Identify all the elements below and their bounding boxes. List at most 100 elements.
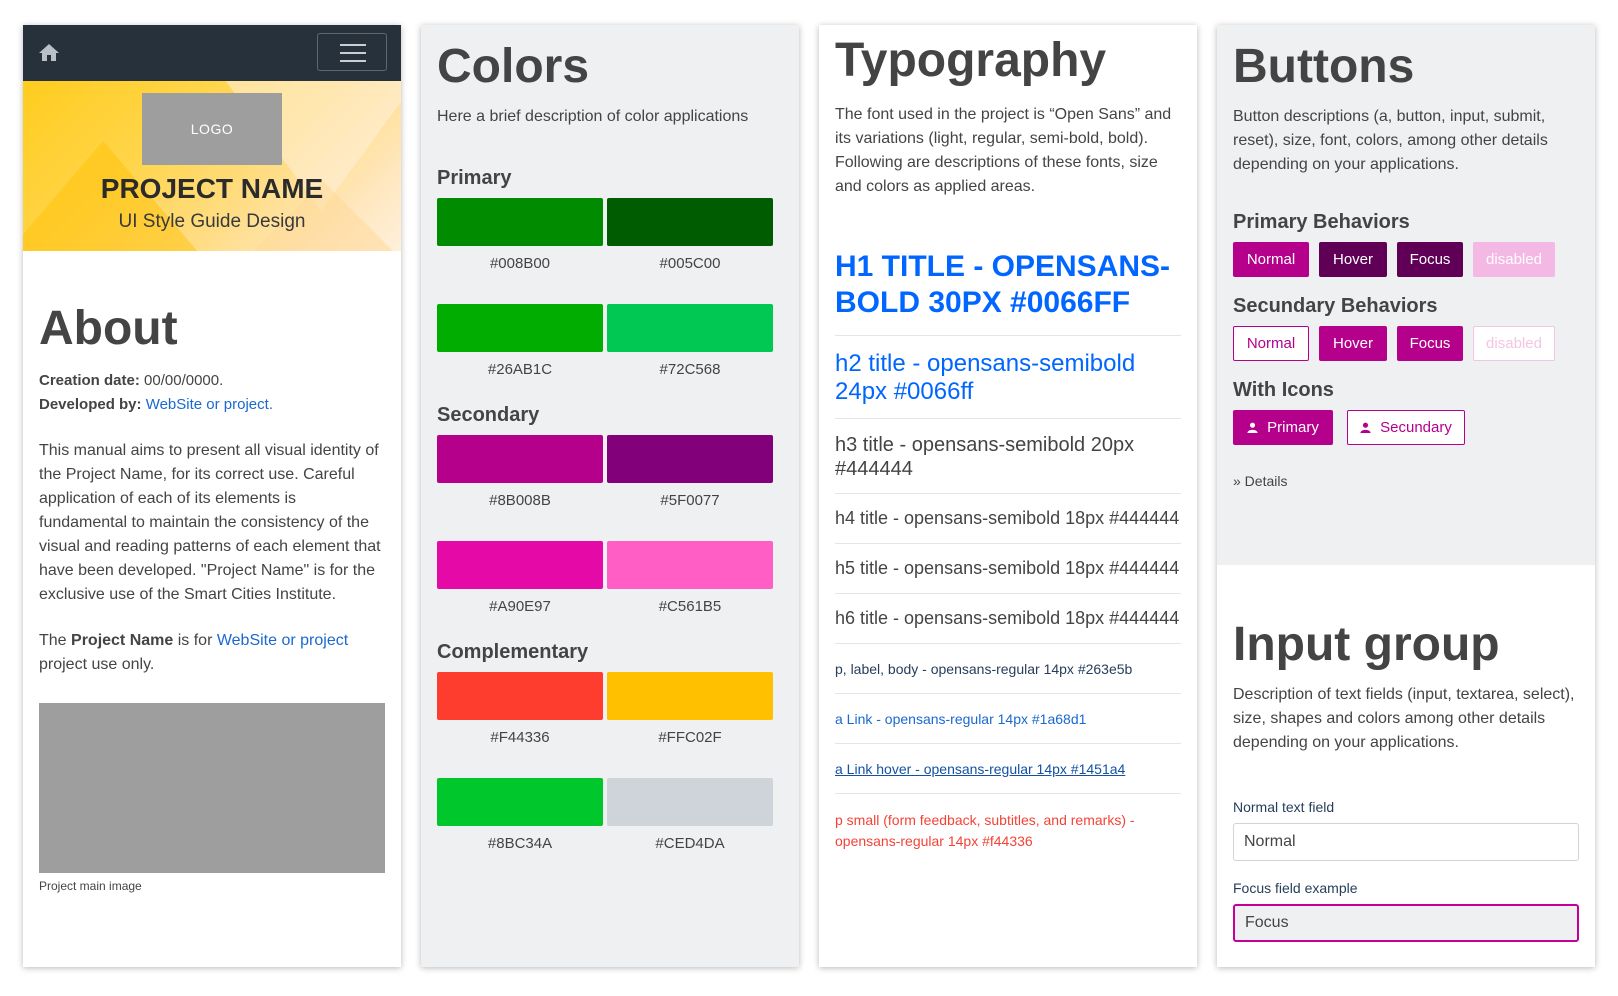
- normal-text-field[interactable]: Normal: [1233, 823, 1579, 861]
- buttons-panel: Buttons Button descriptions (a, button, …: [1217, 25, 1595, 967]
- swatch-row: #A90E97 #C561B5: [437, 541, 783, 615]
- secondary-disabled-button: disabled: [1473, 326, 1555, 361]
- focus-field-label: Focus field example: [1233, 880, 1358, 896]
- creation-value: 00/00/0000.: [139, 372, 224, 389]
- color-hex-label: #005C00: [659, 255, 721, 272]
- project-main-image: [39, 703, 385, 873]
- buttons-description: Button descriptions (a, button, input, s…: [1233, 108, 1548, 173]
- primary-behaviors-title: Primary Behaviors: [1233, 211, 1410, 233]
- color-hex-label: #72C568: [659, 361, 721, 378]
- developed-by: Developed by: WebSite or project.: [39, 393, 385, 417]
- h3-sample: h3 title - opensans-semibold 20px #44444…: [835, 419, 1181, 494]
- h2-sample: h2 title - opensans-semibold 24px #0066f…: [835, 336, 1181, 419]
- color-hex-label: #008B00: [489, 255, 551, 272]
- secondary-icon-button[interactable]: Secundary: [1347, 410, 1465, 445]
- secondary-hover-button[interactable]: Hover: [1319, 326, 1387, 361]
- color-swatch: #72C568: [607, 304, 773, 378]
- color-hex-label: #F44336: [490, 729, 550, 746]
- color-hex-label: #C561B5: [658, 598, 722, 615]
- color-chip: [607, 672, 773, 720]
- color-chip: [437, 778, 603, 826]
- home-icon[interactable]: [37, 41, 61, 65]
- secondary-focus-button[interactable]: Focus: [1397, 326, 1463, 361]
- link-sample[interactable]: a Link - opensans-regular 14px #1a68d1: [835, 694, 1181, 744]
- color-section-title: Primary: [437, 167, 512, 189]
- color-swatch: #26AB1C: [437, 304, 603, 378]
- secondary-icon-button-label: Secundary: [1380, 419, 1452, 436]
- secondary-normal-button[interactable]: Normal: [1233, 326, 1309, 361]
- user-icon: [1247, 422, 1258, 433]
- usage-prefix: The: [39, 632, 72, 649]
- swatch-row: #8BC34A #CED4DA: [437, 778, 783, 852]
- color-chip: [607, 198, 773, 246]
- color-swatch: #008B00: [437, 198, 603, 272]
- color-hex-label: #8B008B: [489, 492, 551, 509]
- paragraph-sample: p, label, body - opensans-regular 14px #…: [835, 644, 1181, 694]
- with-icons-title: With Icons: [1233, 379, 1334, 401]
- logo-placeholder: LOGO: [142, 93, 282, 165]
- link-hover-sample[interactable]: a Link hover - opensans-regular 14px #14…: [835, 744, 1181, 794]
- about-paragraph: This manual aims to present all visual i…: [39, 442, 381, 603]
- h6-sample: h6 title - opensans-semibold 18px #44444…: [835, 594, 1181, 644]
- color-hex-label: #FFC02F: [658, 729, 722, 746]
- navbar: [23, 25, 401, 81]
- small-text-sample: p small (form feedback, subtitles, and r…: [835, 812, 1135, 849]
- input-group-description: Description of text fields (input, texta…: [1233, 686, 1575, 751]
- focus-text-field[interactable]: Focus: [1233, 904, 1579, 942]
- about-panel: LOGO PROJECT NAME UI Style Guide Design …: [23, 25, 401, 967]
- color-sections: Primary #008B00 #005C00 #26AB1C #72C568 Secon…: [437, 167, 783, 852]
- primary-icon-button-label: Primary: [1267, 419, 1319, 436]
- input-group-title: Input group: [1233, 618, 1500, 671]
- colors-description: Here a brief description of color applic…: [437, 108, 749, 125]
- swatch-row: #F44336 #FFC02F: [437, 672, 783, 746]
- color-chip: [437, 672, 603, 720]
- typography-title: Typography: [835, 34, 1107, 87]
- developer-link[interactable]: WebSite or project.: [146, 396, 273, 413]
- color-section-title: Complementary: [437, 641, 589, 663]
- menu-line: [340, 60, 366, 62]
- project-subtitle: UI Style Guide Design: [118, 211, 306, 232]
- color-hex-label: #5F0077: [660, 492, 720, 509]
- primary-normal-button[interactable]: Normal: [1233, 242, 1309, 277]
- hamburger-menu-button[interactable]: [317, 33, 387, 71]
- color-hex-label: #26AB1C: [487, 361, 553, 378]
- color-swatch: #A90E97: [437, 541, 603, 615]
- color-section-title: Secondary: [437, 404, 540, 426]
- user-icon: [1360, 422, 1371, 433]
- swatch-row: #26AB1C #72C568: [437, 304, 783, 378]
- colors-title: Colors: [437, 40, 590, 93]
- h1-sample: H1 TITLE - OPENSANS-BOLD 30PX #0066FF: [835, 227, 1181, 336]
- color-chip: [607, 304, 773, 352]
- usage-link[interactable]: WebSite or project: [217, 632, 348, 649]
- image-caption: Project main image: [39, 879, 142, 893]
- menu-line: [340, 44, 366, 46]
- color-chip: [437, 198, 603, 246]
- swatch-row: #8B008B #5F0077: [437, 435, 783, 509]
- primary-icon-button[interactable]: Primary: [1233, 410, 1333, 445]
- creation-date: Creation date: 00/00/0000.: [39, 369, 385, 393]
- buttons-title: Buttons: [1233, 40, 1415, 93]
- primary-hover-button[interactable]: Hover: [1319, 242, 1387, 277]
- usage-project-name: Project Name: [71, 632, 174, 649]
- color-swatch: #CED4DA: [607, 778, 773, 852]
- primary-focus-button[interactable]: Focus: [1397, 242, 1463, 277]
- color-swatch: #8B008B: [437, 435, 603, 509]
- h4-sample: h4 title - opensans-semibold 18px #44444…: [835, 494, 1181, 544]
- color-swatch: #005C00: [607, 198, 773, 272]
- hero-banner: LOGO PROJECT NAME UI Style Guide Design: [23, 81, 401, 251]
- developed-label: Developed by:: [39, 396, 142, 413]
- typography-description: The font used in the project is “Open Sa…: [835, 106, 1172, 195]
- color-chip: [607, 435, 773, 483]
- swatch-row: #008B00 #005C00: [437, 198, 783, 272]
- about-title: About: [39, 302, 178, 355]
- typography-panel: Typography The font used in the project …: [819, 25, 1197, 967]
- color-swatch: #5F0077: [607, 435, 773, 509]
- color-chip: [437, 435, 603, 483]
- colors-panel: Colors Here a brief description of color…: [421, 25, 799, 967]
- secondary-behaviors-title: Secundary Behaviors: [1233, 295, 1438, 317]
- usage-paragraph: The Project Name is for WebSite or proje…: [39, 629, 385, 677]
- usage-mid: is for: [173, 632, 217, 649]
- color-hex-label: #A90E97: [489, 598, 551, 615]
- details-link[interactable]: » Details: [1233, 473, 1579, 489]
- primary-disabled-button: disabled: [1473, 242, 1555, 277]
